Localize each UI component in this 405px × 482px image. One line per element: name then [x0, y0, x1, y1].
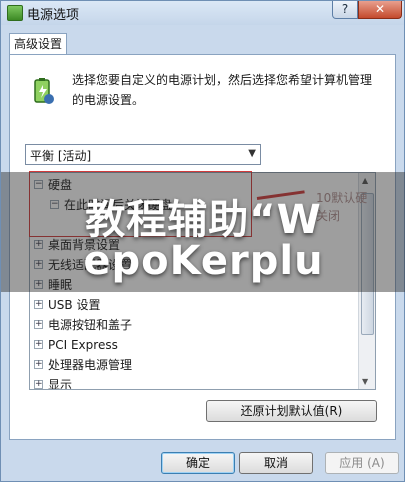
watermark-line-1: 教程辅助“W [85, 197, 322, 243]
tab-advanced-settings[interactable]: 高级设置 [9, 33, 67, 55]
tree-item-label: 处理器电源管理 [48, 358, 133, 372]
tree-item-power-buttons[interactable]: + 电源按钮和盖子 [34, 315, 132, 335]
title-bar: 电源选项 ? ✕ [1, 1, 404, 25]
battery-icon [34, 78, 54, 104]
close-button[interactable]: ✕ [358, 1, 402, 19]
help-button[interactable]: ? [332, 1, 358, 19]
window-title: 电源选项 [27, 8, 80, 23]
tree-item-label: 电源按钮和盖子 [48, 318, 133, 332]
power-options-icon [7, 5, 23, 21]
apply-button[interactable]: 应用 (A) [325, 452, 399, 474]
scroll-down-icon[interactable]: ▼ [362, 377, 368, 386]
expand-icon[interactable]: + [34, 340, 43, 349]
watermark-line-2: epoKerplu [83, 238, 324, 284]
plan-select-value: 平衡 [活动] [30, 149, 92, 163]
ok-button[interactable]: 确定 [161, 452, 235, 474]
cancel-button[interactable]: 取消 [239, 452, 313, 474]
power-options-window: 电源选项 ? ✕ 高级设置 选择您要自定义的电源计划，然后选择您希望计算机管理的… [0, 0, 405, 482]
tree-item-label: USB 设置 [48, 298, 101, 312]
tree-item-display[interactable]: + 显示 [34, 375, 73, 390]
expand-icon[interactable]: + [34, 360, 43, 369]
restore-defaults-button[interactable]: 还原计划默认值(R) [206, 400, 377, 422]
tree-item-label: PCI Express [48, 338, 118, 352]
tree-item-label: 显示 [48, 378, 73, 390]
tree-item-processor-power[interactable]: + 处理器电源管理 [34, 355, 132, 375]
expand-icon[interactable]: + [34, 300, 43, 309]
plan-select[interactable]: 平衡 [活动] ▼ [25, 144, 261, 165]
expand-icon[interactable]: + [34, 320, 43, 329]
description-text: 选择您要自定义的电源计划，然后选择您希望计算机管理的电源设置。 [72, 73, 373, 107]
tree-item-usb-settings[interactable]: + USB 设置 [34, 295, 100, 315]
expand-icon[interactable]: + [34, 380, 43, 389]
chevron-down-icon: ▼ [248, 148, 256, 159]
tree-item-pci-express[interactable]: + PCI Express [34, 335, 118, 355]
